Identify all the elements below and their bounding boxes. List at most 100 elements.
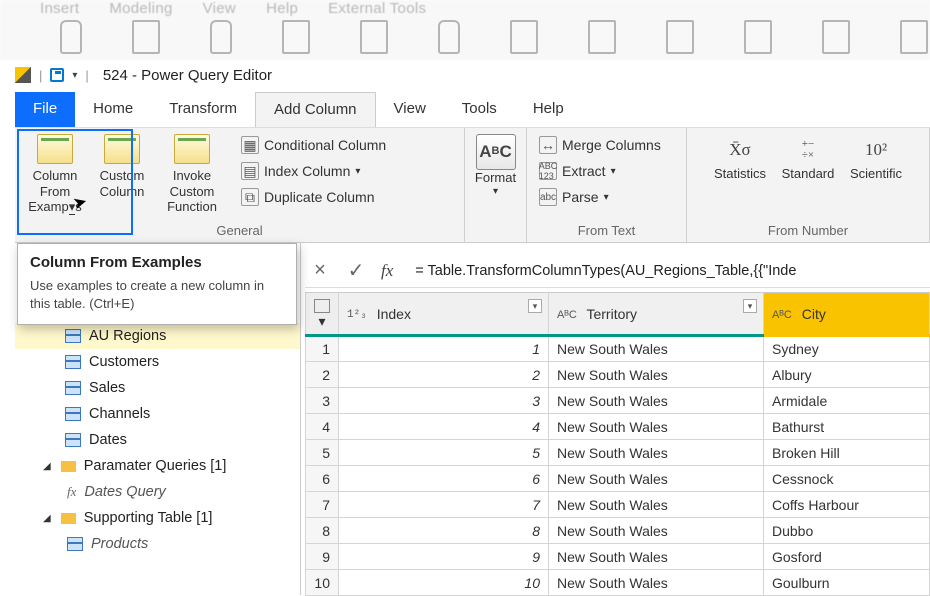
row-number[interactable]: 10 (306, 570, 339, 596)
accept-formula-button[interactable]: ✓ (345, 258, 367, 283)
cell-index[interactable]: 4 (339, 414, 549, 440)
folder-icon (61, 513, 76, 524)
fx-icon[interactable]: fx (381, 261, 393, 281)
group-label-general: General (23, 223, 456, 240)
cell-index[interactable]: 6 (339, 466, 549, 492)
host-app-icons (60, 20, 930, 54)
cell-territory[interactable]: New South Wales (549, 544, 764, 570)
cell-territory[interactable]: New South Wales (549, 414, 764, 440)
custom-column-button[interactable]: Custom Column (93, 132, 151, 199)
tab-add-column[interactable]: Add Column (255, 92, 376, 127)
cell-territory[interactable]: New South Wales (549, 466, 764, 492)
table-row[interactable]: 1010New South WalesGoulburn (306, 570, 930, 596)
table-row[interactable]: 99New South WalesGosford (306, 544, 930, 570)
cell-index[interactable]: 9 (339, 544, 549, 570)
cell-city[interactable]: Bathurst (764, 414, 930, 440)
cell-city[interactable]: Coffs Harbour (764, 492, 930, 518)
row-header-corner[interactable]: ▾ (306, 293, 339, 336)
row-number[interactable]: 4 (306, 414, 339, 440)
query-dates[interactable]: Dates (15, 427, 300, 453)
cell-index[interactable]: 10 (339, 570, 549, 596)
folder-supporting-table[interactable]: ◢Supporting Table [1] (15, 505, 300, 531)
cell-city[interactable]: Albury (764, 362, 930, 388)
cell-index[interactable]: 3 (339, 388, 549, 414)
table-row[interactable]: 11New South WalesSydney (306, 336, 930, 362)
row-number[interactable]: 1 (306, 336, 339, 362)
cell-city[interactable]: Armidale (764, 388, 930, 414)
column-filter-icon[interactable]: ▾ (743, 299, 757, 313)
standard-icon: +−÷× (802, 134, 814, 166)
table-row[interactable]: 33New South WalesArmidale (306, 388, 930, 414)
invoke-custom-function-button[interactable]: Invoke Custom Function (157, 132, 227, 215)
extract-button[interactable]: ABC123 Extract ▾ (535, 158, 665, 184)
format-icon: ABC (476, 134, 516, 170)
cell-city[interactable]: Broken Hill (764, 440, 930, 466)
tab-file[interactable]: File (15, 92, 75, 127)
cell-index[interactable]: 8 (339, 518, 549, 544)
row-number[interactable]: 8 (306, 518, 339, 544)
tooltip-column-from-examples: Column From Examples Use examples to cre… (17, 243, 297, 325)
row-number[interactable]: 6 (306, 466, 339, 492)
cell-territory[interactable]: New South Wales (549, 388, 764, 414)
tab-help[interactable]: Help (515, 92, 582, 127)
cancel-formula-button[interactable]: × (309, 259, 331, 282)
standard-button[interactable]: +−÷× Standard (780, 132, 836, 182)
conditional-column-button[interactable]: ▦ Conditional Column (237, 132, 390, 158)
query-au-regions[interactable]: AU Regions (15, 323, 300, 349)
parse-button[interactable]: abc Parse ▾ (535, 184, 665, 210)
cell-city[interactable]: Gosford (764, 544, 930, 570)
folder-parameter-queries[interactable]: ◢Paramater Queries [1] (15, 453, 300, 479)
tab-transform[interactable]: Transform (151, 92, 255, 127)
tab-view[interactable]: View (376, 92, 444, 127)
cell-territory[interactable]: New South Wales (549, 336, 764, 362)
table-row[interactable]: 77New South WalesCoffs Harbour (306, 492, 930, 518)
column-header-territory[interactable]: AᴮC Territory ▾ (549, 293, 764, 336)
cell-index[interactable]: 2 (339, 362, 549, 388)
table-row[interactable]: 66New South WalesCessnock (306, 466, 930, 492)
cell-city[interactable]: Cessnock (764, 466, 930, 492)
column-filter-icon[interactable]: ▾ (528, 299, 542, 313)
format-button[interactable]: ABC Format▾ (473, 132, 518, 198)
qat-dropdown-icon[interactable]: ▾ (72, 70, 77, 81)
cell-index[interactable]: 5 (339, 440, 549, 466)
cell-territory[interactable]: New South Wales (549, 440, 764, 466)
index-column-button[interactable]: ▤ Index Column ▾ (237, 158, 390, 184)
query-dates-query[interactable]: fxDates Query (15, 479, 300, 505)
tab-home[interactable]: Home (75, 92, 151, 127)
tooltip-title: Column From Examples (30, 254, 284, 271)
cell-index[interactable]: 1 (339, 336, 549, 362)
row-number[interactable]: 5 (306, 440, 339, 466)
duplicate-column-button[interactable]: ⧉ Duplicate Column (237, 184, 390, 210)
cell-territory[interactable]: New South Wales (549, 518, 764, 544)
cell-territory[interactable]: New South Wales (549, 570, 764, 596)
statistics-button[interactable]: X̄σ Statistics (712, 132, 768, 182)
query-channels[interactable]: Channels (15, 401, 300, 427)
query-customers[interactable]: Customers (15, 349, 300, 375)
table-row[interactable]: 55New South WalesBroken Hill (306, 440, 930, 466)
save-icon[interactable] (50, 68, 64, 82)
table-row[interactable]: 22New South WalesAlbury (306, 362, 930, 388)
cell-city[interactable]: Goulburn (764, 570, 930, 596)
tab-tools[interactable]: Tools (444, 92, 515, 127)
cell-city[interactable]: Sydney (764, 336, 930, 362)
cell-city[interactable]: Dubbo (764, 518, 930, 544)
row-number[interactable]: 9 (306, 544, 339, 570)
column-header-index[interactable]: 1²₃ Index ▾ (339, 293, 549, 336)
ribbon-tabs: File Home Transform Add Column View Tool… (15, 92, 930, 128)
table-row[interactable]: 44New South WalesBathurst (306, 414, 930, 440)
cell-index[interactable]: 7 (339, 492, 549, 518)
cell-territory[interactable]: New South Wales (549, 362, 764, 388)
query-products[interactable]: Products (15, 531, 300, 557)
scientific-button[interactable]: 10² Scientific (848, 132, 904, 182)
merge-columns-button[interactable]: ↔ Merge Columns (535, 132, 665, 158)
row-number[interactable]: 7 (306, 492, 339, 518)
table-row[interactable]: 88New South WalesDubbo (306, 518, 930, 544)
cell-territory[interactable]: New South Wales (549, 492, 764, 518)
formula-bar: × ✓ fx = Table.TransformColumnTypes(AU_R… (305, 254, 930, 288)
row-number[interactable]: 3 (306, 388, 339, 414)
row-number[interactable]: 2 (306, 362, 339, 388)
formula-text[interactable]: = Table.TransformColumnTypes(AU_Regions_… (415, 263, 796, 279)
window-title: 524 - Power Query Editor (103, 67, 272, 84)
query-sales[interactable]: Sales (15, 375, 300, 401)
column-header-city[interactable]: AᴮC City (764, 293, 930, 336)
